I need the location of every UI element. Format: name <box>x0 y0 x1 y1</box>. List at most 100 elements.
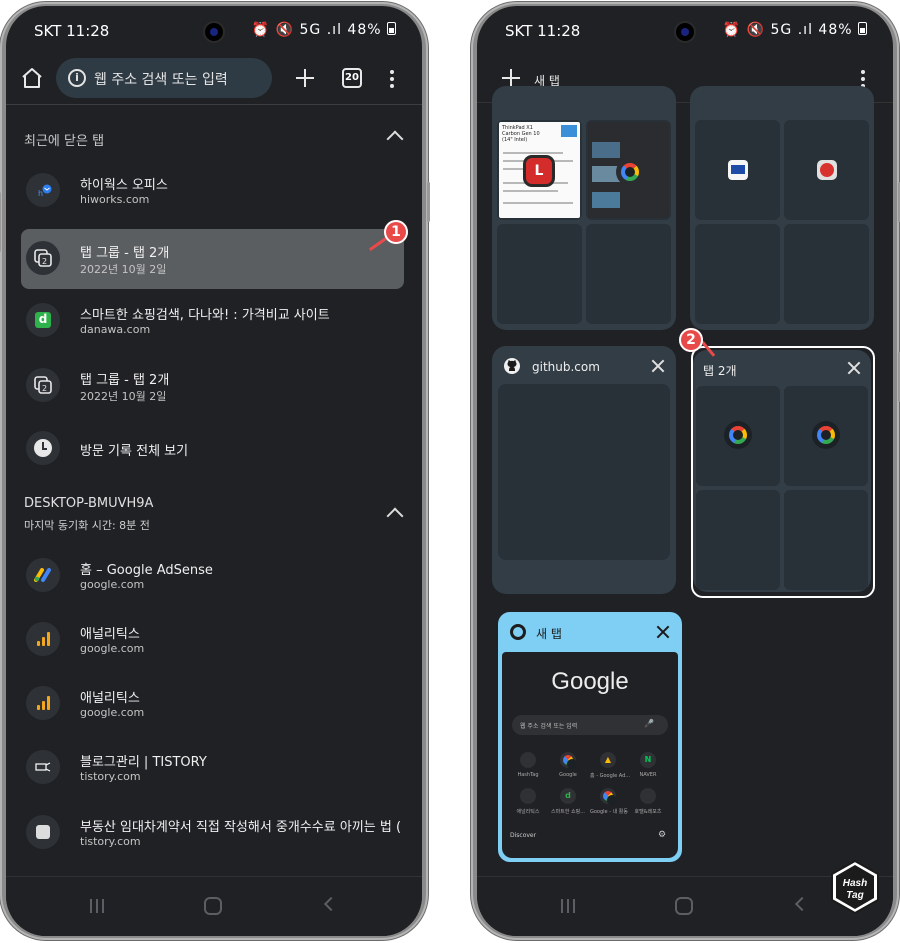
tab-group-card-shopping[interactable]: ThinkPad X1 Carbon Gen 10 (14" Intel) L <box>492 86 676 330</box>
thumb-text-line <box>503 202 573 204</box>
device-item-analytics[interactable]: 애널리틱스 google.com <box>21 610 404 670</box>
ntp-search-placeholder: 웹 주소 검색 또는 입력 <box>520 723 578 730</box>
device-item-title: 애널리틱스 <box>80 627 140 642</box>
adsense-icon: ▲ <box>600 752 616 768</box>
close-tab-icon[interactable] <box>656 625 670 639</box>
device-item-title: 홈 – Google AdSense <box>80 563 213 578</box>
recents-nav-icon[interactable] <box>90 899 106 913</box>
more-menu-icon[interactable] <box>390 70 394 88</box>
tab-card-new-tab-active[interactable]: 새 탭 Google 웹 주소 검색 또는 입력 🎤 HashTag Googl… <box>498 612 682 862</box>
last-sync-text: 마지막 동기화 시간: 8분 전 <box>24 519 150 532</box>
status-bar: SKT 11:28 ⏰ 🔇 5G .ıl 48% <box>6 20 422 46</box>
recent-tabs-header[interactable]: 최근에 닫은 탭 <box>24 130 104 149</box>
device-item-tistory-post[interactable]: 부동산 임대차계약서 직접 작성해서 중개수수료 아끼는 법 (계... tis… <box>21 803 404 863</box>
favicon-circle: h <box>26 173 60 207</box>
github-thumbnail <box>498 384 670 560</box>
tab-thumb: ThinkPad X1 Carbon Gen 10 (14" Intel) L <box>497 120 582 220</box>
empty-thumb <box>695 224 780 324</box>
favicon-circle <box>26 431 60 465</box>
back-nav-icon[interactable] <box>323 896 339 912</box>
svg-text:Tag: Tag <box>846 890 863 901</box>
recent-item-url: danawa.com <box>80 323 151 336</box>
home-icon[interactable] <box>20 66 44 90</box>
device-header[interactable]: DESKTOP-BMUVH9A <box>24 496 153 511</box>
address-bar[interactable]: i 웹 주소 검색 또는 입력 <box>56 58 272 98</box>
front-camera <box>205 23 223 41</box>
analytics-icon <box>520 788 536 804</box>
shortcut-label: 스마트한 쇼핑... <box>551 809 585 815</box>
naver-icon: N <box>640 752 656 768</box>
status-system-icons: ⏰ 🔇 5G .ıl <box>722 22 813 38</box>
recent-item-danawa[interactable]: d 스마트한 쇼핑검색, 다나와! : 가격비교 사이트 danawa.com <box>21 291 404 351</box>
empty-thumb <box>586 224 671 324</box>
danawa-icon: d <box>35 312 51 328</box>
favicon-circle <box>26 622 60 656</box>
analytics-icon <box>36 696 50 710</box>
device-item-tistory[interactable]: 블로그관리 | TISTORY tistory.com <box>21 738 404 798</box>
favicon-circle <box>26 750 60 784</box>
thumb-button <box>561 125 577 137</box>
right-phone: SKT 11:28 ⏰ 🔇 5G .ıl 48% 새 탭 ThinkPad X1… <box>471 2 900 940</box>
recents-nav-icon[interactable] <box>561 899 577 913</box>
chevron-up-icon[interactable] <box>386 130 404 148</box>
thumb-image <box>592 142 620 158</box>
close-tab-icon[interactable] <box>651 359 665 373</box>
browser-toolbar: i 웹 주소 검색 또는 입력 20 <box>6 56 422 104</box>
recent-item-hiworks[interactable]: h 하이웍스 오피스 hiworks.com <box>21 161 404 221</box>
favicon-circle: d <box>26 303 60 337</box>
recent-item-tab-group[interactable]: 2 탭 그룹 - 탭 2개 2022년 10월 2일 <box>21 356 404 416</box>
google-logo: Google <box>551 668 629 695</box>
gear-icon: ⚙ <box>658 830 667 840</box>
favicon-circle <box>26 558 60 592</box>
c-favicon-icon <box>817 160 837 180</box>
tab-switcher-button[interactable]: 20 <box>342 68 362 88</box>
device-item-url: google.com <box>80 706 145 719</box>
adsense-icon <box>34 568 51 582</box>
shortcut-tile: HashTag <box>510 752 546 778</box>
device-item-url: google.com <box>80 578 145 591</box>
lotte-favicon-icon: L <box>526 158 552 184</box>
home-nav-icon[interactable] <box>675 897 693 915</box>
device-item-url: google.com <box>80 642 145 655</box>
recent-item-title: 하이웍스 오피스 <box>80 178 168 193</box>
discover-label: Discover <box>510 832 537 839</box>
shortcut-tile: Google - 내 활동 <box>590 788 628 815</box>
thumb-line: (14" Intel) <box>502 137 528 143</box>
tab-group-icon: 2 <box>34 249 52 267</box>
toolbar-divider <box>6 104 422 105</box>
thumb-text-line <box>503 152 563 154</box>
svg-text:2: 2 <box>42 257 47 266</box>
status-time: SKT 11:28 <box>34 22 110 40</box>
view-full-history[interactable]: 방문 기록 전체 보기 <box>21 419 404 479</box>
google-g-icon <box>603 791 617 805</box>
device-item-adsense[interactable]: 홈 – Google AdSense google.com <box>21 546 404 606</box>
thumb-text-line <box>503 190 558 192</box>
info-icon[interactable]: i <box>68 69 86 87</box>
tab-thumb <box>695 120 780 220</box>
shortcut-label: NAVER <box>639 772 657 778</box>
mic-icon: 🎤 <box>644 719 654 728</box>
tistory-page-icon <box>36 825 50 839</box>
home-nav-icon[interactable] <box>204 897 222 915</box>
recent-item-title: 탭 그룹 - 탭 2개 <box>80 373 170 388</box>
tab-card-github[interactable]: github.com <box>492 346 676 594</box>
favicon-circle <box>26 686 60 720</box>
new-tab-plus-icon[interactable] <box>294 67 316 89</box>
favicon-circle: 2 <box>26 241 60 275</box>
back-nav-icon[interactable] <box>794 896 810 912</box>
recent-item-date: 2022년 10월 2일 <box>80 390 167 403</box>
svg-text:2: 2 <box>42 384 47 393</box>
tab-group-icon: 2 <box>34 376 52 394</box>
recent-item-tab-group-highlighted[interactable]: 2 탭 그룹 - 탭 2개 2022년 10월 2일 <box>21 229 404 289</box>
tab-card-title: github.com <box>532 360 600 374</box>
system-nav-bar <box>6 876 422 936</box>
left-phone: SKT 11:28 ⏰ 🔇 5G .ıl 48% i 웹 주소 검색 또는 입력… <box>0 2 430 940</box>
tab-thumb-google <box>586 120 671 220</box>
history-clock-icon <box>34 439 52 457</box>
status-system-icons: ⏰ 🔇 5G .ıl <box>251 22 342 38</box>
svg-text:Hash: Hash <box>843 878 867 889</box>
annotation-badge-1: 1 <box>384 220 408 244</box>
device-item-analytics-2[interactable]: 애널리틱스 google.com <box>21 674 404 734</box>
tab-group-card-news[interactable] <box>690 86 874 330</box>
chevron-up-icon[interactable] <box>386 507 404 525</box>
